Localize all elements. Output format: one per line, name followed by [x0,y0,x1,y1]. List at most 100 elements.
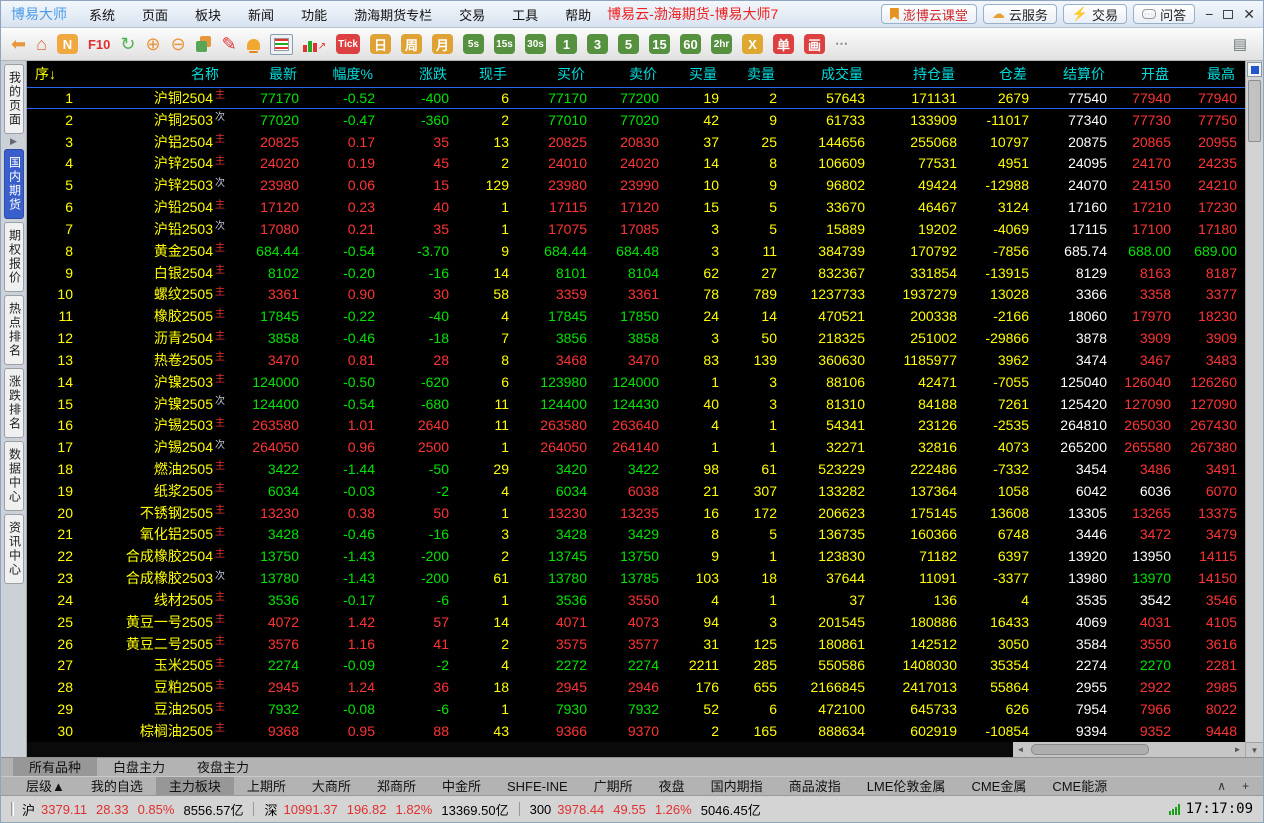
5s-button[interactable]: 5s [462,34,484,54]
menu-bohai-column[interactable]: 渤海期货专栏 [354,5,432,24]
table-row[interactable]: 10 螺纹2505 主 3361 0.90 30 58 3359 3361 78 789 123773… [27,283,1245,305]
table-row[interactable]: 29 豆油2505 主 7932 -0.08 -6 1 7930 7932 52 6 472100 64… [27,698,1245,720]
menu-help[interactable]: 帮助 [565,5,591,24]
column-config-button[interactable] [1247,62,1262,77]
menu-tools[interactable]: 工具 [512,5,538,24]
15s-button[interactable]: 15s [493,34,515,54]
column-header-2[interactable]: 最新 [229,64,307,84]
back-icon[interactable]: ⬅ [11,35,26,53]
trade-button[interactable]: ⚡ 交易 [1062,4,1128,24]
tab-cffex[interactable]: 中金所 [429,777,494,795]
horizontal-scroll-thumb[interactable] [1031,744,1149,755]
column-header-8[interactable]: 买量 [667,64,727,84]
tab-czce[interactable]: 郑商所 [364,777,429,795]
sidebar-tab-options-quotes[interactable]: 期权报价 [3,222,24,292]
table-row[interactable]: 2 沪铜2503 次 77020 -0.47 -360 2 77010 77020 42 9 6173… [27,109,1245,131]
table-row[interactable]: 22 合成橡胶2504 主 13750 -1.43 -200 2 13745 13750 9 1 12… [27,545,1245,567]
table-row[interactable]: 15 沪镍2505 次 124400 -0.54 -680 11 124400 124430 40… [27,393,1245,415]
add-tab-icon[interactable]: + [1242,777,1249,796]
sidebar-tab-data-center[interactable]: 数据中心 [3,441,24,511]
menu-page[interactable]: 页面 [142,5,168,24]
menu-trade[interactable]: 交易 [459,5,485,24]
home-icon[interactable]: ⌂ [36,35,47,53]
zoom-out-icon[interactable]: ⊖ [171,35,186,53]
table-row[interactable]: 21 氧化铝2505 主 3428 -0.46 -16 3 3428 3429 8 5 136735 1… [27,524,1245,546]
month-button[interactable]: 月 [431,34,453,54]
table-row[interactable]: 25 黄豆一号2505 主 4072 1.42 57 14 4071 4073 94 3 201545… [27,611,1245,633]
15min-button[interactable]: 15 [648,34,670,54]
tab-dce[interactable]: 大商所 [299,777,364,795]
tab-day-main[interactable]: 白盘主力 [97,758,181,776]
chart-icon[interactable]: ↗ [302,36,326,52]
sidebar-tab-change-ranking[interactable]: 涨跌排名 [3,368,24,438]
menu-system[interactable]: 系统 [89,5,115,24]
menu-news[interactable]: 新闻 [248,5,274,24]
table-row[interactable]: 30 棕榈油2505 主 9368 0.95 88 43 9366 9370 2 165 888634… [27,720,1245,742]
scroll-left-icon[interactable]: ◄ [1013,745,1028,754]
horizontal-scrollbar[interactable]: ◄ ► [1013,742,1245,757]
menu-function[interactable]: 功能 [301,5,327,24]
table-row[interactable]: 16 沪锡2503 主 263580 1.01 2640 11 263580 263640 4 1 5… [27,414,1245,436]
column-header-7[interactable]: 卖价 [595,64,667,84]
scroll-down-icon[interactable]: ▼ [1246,742,1263,757]
column-header-0[interactable]: 序↓ [27,64,79,84]
table-row[interactable]: 4 沪锌2504 主 24020 0.19 45 2 24010 24020 14 8 106609 7… [27,152,1245,174]
column-header-3[interactable]: 幅度% [307,64,383,84]
cloud-class-button[interactable]: 澎博云课堂 [880,4,977,24]
refresh-icon[interactable]: ↻ [120,35,135,53]
table-row[interactable]: 27 玉米2505 主 2274 -0.09 -2 4 2272 2274 2211 285 5505… [27,655,1245,677]
vertical-scrollbar[interactable]: ▼ [1245,61,1263,757]
table-row[interactable]: 11 橡胶2505 主 17845 -0.22 -40 4 17845 17850 24 14 470… [27,305,1245,327]
tab-night-main[interactable]: 夜盘主力 [181,758,265,776]
grid-view-button[interactable] [269,33,293,55]
table-row[interactable]: 6 沪铅2504 主 17120 0.23 40 1 17115 17120 15 5 33670 46… [27,196,1245,218]
sidebar-expand-icon[interactable]: ▶ [10,137,17,146]
column-header-4[interactable]: 涨跌 [383,64,457,84]
column-header-12[interactable]: 仓差 [965,64,1037,84]
tab-main-board[interactable]: 主力板块 [155,777,234,795]
more-button[interactable]: ⋯ [835,36,848,52]
table-row[interactable]: 13 热卷2505 主 3470 0.81 28 8 3468 3470 83 139 360630 1… [27,349,1245,371]
qa-button[interactable]: ··· 问答 [1133,4,1196,24]
menu-board[interactable]: 板块 [195,5,221,24]
1min-button[interactable]: 1 [555,34,577,54]
table-row[interactable]: 26 黄豆二号2505 主 3576 1.16 41 2 3575 3577 31 125 18086… [27,633,1245,655]
week-button[interactable]: 周 [400,34,422,54]
sidebar-tab-hot-ranking[interactable]: 热点排名 [3,295,24,365]
table-row[interactable]: 23 合成橡胶2503 次 13780 -1.43 -200 61 13780 13785 103… [27,567,1245,589]
60min-button[interactable]: 60 [679,34,701,54]
f10-button[interactable]: F10 [88,37,110,52]
table-row[interactable]: 18 燃油2505 主 3422 -1.44 -50 29 3420 3422 98 61 52322… [27,458,1245,480]
news-icon[interactable]: N [56,34,78,54]
draw-button[interactable]: 画 [803,34,825,54]
order-button[interactable]: 单 [772,34,794,54]
table-row[interactable]: 7 沪铅2503 次 17080 0.21 35 1 17075 17085 3 5 15889 192… [27,218,1245,240]
bell-icon[interactable] [246,38,260,53]
scroll-right-icon[interactable]: ► [1230,745,1245,754]
table-row[interactable]: 24 线材2505 主 3536 -0.17 -6 1 3536 3550 4 1 37 136 4 353… [27,589,1245,611]
tab-all-products[interactable]: 所有品种 [13,758,98,776]
cloud-service-button[interactable]: ☁ 云服务 [982,4,1057,24]
table-row[interactable]: 28 豆粕2505 主 2945 1.24 36 18 2945 2946 176 655 21668… [27,676,1245,698]
table-row[interactable]: 5 沪锌2503 次 23980 0.06 15 129 23980 23990 10 9 96802… [27,174,1245,196]
30s-button[interactable]: 30s [524,34,546,54]
tab-domestic-index-futures[interactable]: 国内期指 [698,777,776,795]
table-row[interactable]: 14 沪镍2503 主 124000 -0.50 -620 6 123980 124000 1 3 8… [27,371,1245,393]
table-row[interactable]: 3 沪铝2504 主 20825 0.17 35 13 20825 20830 37 25 14465… [27,131,1245,153]
close-button[interactable]: ✕ [1243,7,1255,21]
collapse-tabs-icon[interactable]: ∧ [1217,777,1226,796]
column-header-13[interactable]: 结算价 [1037,64,1115,84]
day-button[interactable]: 日 [369,34,391,54]
table-row[interactable]: 1 沪铜2504 主 77170 -0.52 -400 6 77170 77200 19 2 5764… [27,87,1245,109]
sidebar-tab-info-center[interactable]: 资讯中心 [3,514,24,584]
tab-lme-metals[interactable]: LME伦敦金属 [854,777,959,795]
column-header-10[interactable]: 成交量 [785,64,873,84]
2hr-button[interactable]: 2hr [710,34,732,54]
x-button[interactable]: X [741,34,763,54]
table-row[interactable]: 9 白银2504 主 8102 -0.20 -16 14 8101 8104 62 27 832367… [27,262,1245,284]
maximize-button[interactable] [1223,7,1234,21]
table-row[interactable]: 12 沥青2504 主 3858 -0.46 -18 7 3856 3858 3 50 218325 2… [27,327,1245,349]
table-row[interactable]: 20 不锈钢2505 主 13230 0.38 50 1 13230 13235 16 172 206… [27,502,1245,524]
table-row[interactable]: 8 黄金2504 主 684.44 -0.54 -3.70 9 684.44 684.48 3 11… [27,240,1245,262]
tab-night[interactable]: 夜盘 [646,777,698,795]
